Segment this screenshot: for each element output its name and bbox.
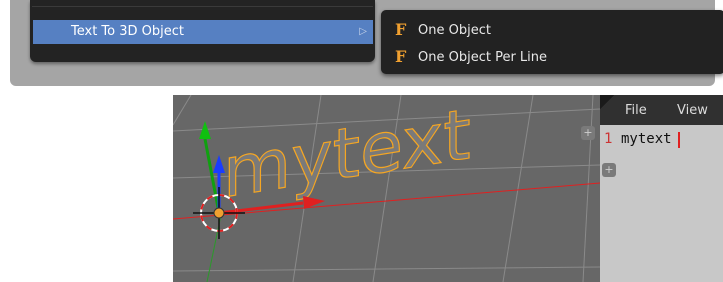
y-arrow-shaft xyxy=(203,138,221,214)
editor-line-text[interactable]: mytext xyxy=(621,131,672,147)
submenu-item-label: One Object xyxy=(418,23,491,38)
menu-strip: Text To 3D Object ▷ F One Object F One O… xyxy=(10,0,723,86)
editor-menu-view[interactable]: View xyxy=(677,103,708,118)
properties-expand-button[interactable]: + xyxy=(581,126,595,140)
editor-header: File View xyxy=(600,95,723,125)
submenu-item-one-object[interactable]: F One Object xyxy=(381,20,723,42)
toolshelf-expand-button[interactable]: + xyxy=(602,163,616,177)
submenu-item-one-object-per-line[interactable]: F One Object Per Line xyxy=(381,47,723,69)
menu-item-label: Text To 3D Object xyxy=(71,24,184,39)
menu-separator xyxy=(32,6,373,7)
text-to-3d-submenu: F One Object F One Object Per Line xyxy=(381,10,723,74)
text-caret xyxy=(678,132,680,148)
line-number: 1 xyxy=(604,131,613,147)
submenu-arrow-icon: ▷ xyxy=(359,26,367,37)
menu-item-text-to-3d-object[interactable]: Text To 3D Object ▷ xyxy=(33,20,373,44)
submenu-item-label: One Object Per Line xyxy=(418,50,548,65)
editor-menu-file[interactable]: File xyxy=(625,103,647,118)
viewport-canvas: mytext xyxy=(173,95,600,282)
font-f-icon: F xyxy=(395,47,407,66)
area-corner-handle[interactable] xyxy=(600,95,614,109)
text-editor[interactable]: File View 1 mytext + xyxy=(600,95,723,282)
font-f-icon: F xyxy=(395,20,407,39)
3d-text-object[interactable]: mytext xyxy=(222,95,471,215)
3d-viewport[interactable]: mytext + xyxy=(173,95,600,282)
